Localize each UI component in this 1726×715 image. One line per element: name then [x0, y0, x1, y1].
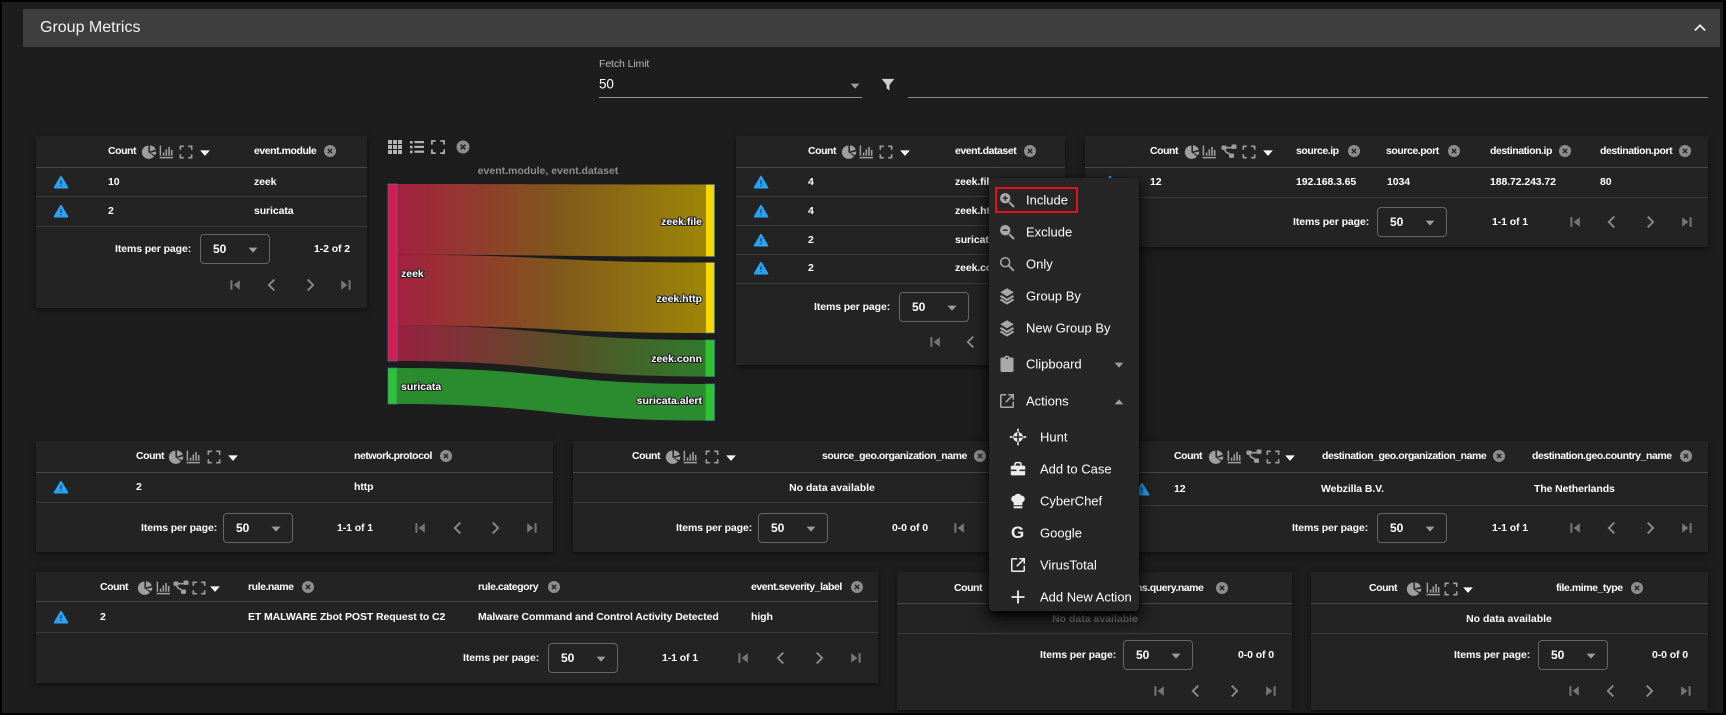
svg-text:suricata.alert: suricata.alert — [637, 395, 703, 407]
svg-text:zeek.file: zeek.file — [661, 216, 702, 228]
svg-text:zeek.conn: zeek.conn — [651, 353, 702, 365]
svg-text:zeek.http: zeek.http — [656, 293, 702, 305]
svg-text:zeek: zeek — [401, 268, 424, 280]
svg-text:suricata: suricata — [401, 381, 441, 393]
